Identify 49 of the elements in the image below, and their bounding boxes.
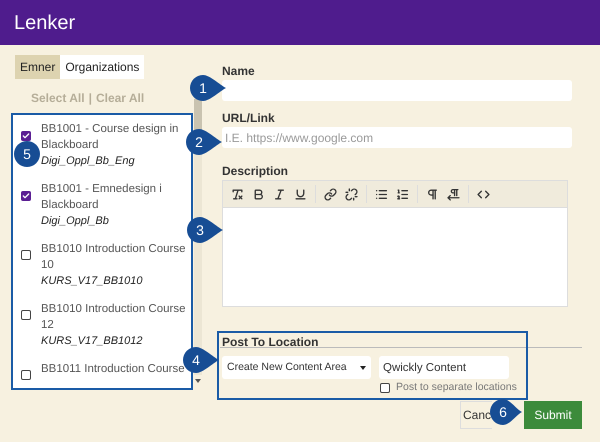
url-label: URL/Link: [222, 111, 276, 125]
checkbox[interactable]: [380, 382, 390, 393]
course-code: KURS_V17_BB1010: [41, 274, 144, 289]
bullet-list-icon[interactable]: [375, 188, 388, 200]
course-code: KURS_V17_BB1012: [41, 334, 144, 349]
name-field[interactable]: [222, 80, 572, 101]
post-location-title: Post To Location: [222, 334, 320, 350]
course-title[interactable]: BB1010 Introduction Course 12: [41, 301, 189, 333]
cancel-button[interactable]: Canc: [460, 400, 492, 429]
italic-icon[interactable]: [273, 188, 286, 200]
tab[interactable]: Emner: [15, 55, 60, 79]
checkbox[interactable]: [21, 131, 31, 141]
separator-text: |: [88, 90, 92, 107]
course-title[interactable]: BB1011 Introduction Course: [41, 361, 185, 377]
callout-marker: 6: [490, 399, 522, 425]
clear-format-icon[interactable]: [231, 188, 244, 200]
checkbox[interactable]: [21, 310, 31, 320]
name-label: Name: [222, 64, 256, 78]
callout-marker: 3: [187, 217, 223, 243]
checkbox[interactable]: [21, 191, 31, 201]
callout-marker: 4: [183, 347, 219, 373]
description-label: Description: [222, 164, 290, 178]
code-icon[interactable]: [477, 188, 490, 200]
paragraph-ltr-icon[interactable]: [426, 188, 439, 200]
submit-button[interactable]: Submit: [524, 400, 582, 429]
content-name-field[interactable]: Qwickly Content: [379, 356, 509, 379]
unlink-icon[interactable]: [345, 188, 358, 200]
checkbox[interactable]: [21, 250, 31, 260]
course-title[interactable]: BB1010 Introduction Course 10: [41, 241, 189, 273]
callout-marker: 5: [14, 141, 40, 167]
numbered-list-icon[interactable]: [396, 188, 409, 200]
underline-icon[interactable]: [294, 188, 307, 200]
course-code: Digi_Oppl_Bb: [41, 214, 110, 229]
location-select[interactable]: Create New Content Area: [222, 356, 371, 379]
callout-marker: 2: [186, 129, 222, 155]
course-title[interactable]: BB1001 - Course design in Blackboard: [41, 121, 189, 153]
bold-icon[interactable]: [252, 188, 265, 200]
dropdown-caret-icon: [360, 366, 366, 370]
paragraph-rtl-icon[interactable]: [447, 188, 460, 200]
course-code: Digi_Oppl_Bb_Eng: [41, 154, 136, 169]
checkbox[interactable]: [21, 370, 31, 380]
callout-marker: 1: [190, 75, 226, 101]
tab[interactable]: Organizations: [60, 55, 144, 79]
separate-locations-label: Post to separate locations: [396, 380, 517, 395]
link-icon[interactable]: [324, 188, 337, 200]
scroll-down-icon[interactable]: [195, 379, 201, 383]
window-title: Lenker: [14, 10, 76, 36]
url-field[interactable]: I.E. https://www.google.com: [222, 127, 572, 148]
course-title[interactable]: BB1001 - Emnedesign i Blackboard: [41, 181, 189, 213]
